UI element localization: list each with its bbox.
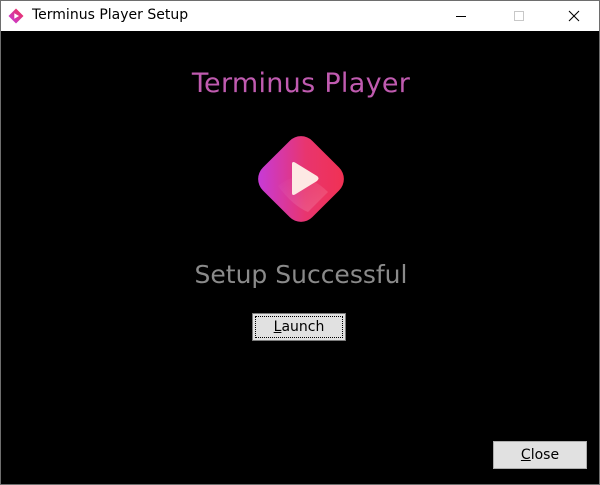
maximize-button — [496, 1, 542, 31]
minimize-icon — [456, 16, 466, 17]
window-title: Terminus Player Setup — [32, 7, 189, 23]
maximize-icon — [514, 11, 524, 21]
app-logo-icon — [8, 8, 24, 24]
setup-content: Terminus Player Setup Successful Launch … — [1, 31, 599, 484]
setup-window: Terminus Player Setup Terminus Player Se… — [0, 0, 600, 485]
minimize-button[interactable] — [438, 1, 484, 31]
close-button[interactable]: Close — [493, 441, 587, 469]
close-icon — [568, 10, 580, 22]
close-label: lose — [530, 447, 560, 463]
product-title: Terminus Player — [191, 68, 411, 99]
setup-status: Setup Successful — [194, 260, 408, 289]
close-mnemonic: C — [520, 447, 531, 463]
play-logo-icon — [258, 136, 344, 222]
launch-label: aunch — [281, 319, 325, 335]
title-bar[interactable]: Terminus Player Setup — [1, 1, 599, 31]
close-window-button[interactable] — [551, 1, 597, 31]
launch-button[interactable]: Launch — [252, 313, 346, 341]
